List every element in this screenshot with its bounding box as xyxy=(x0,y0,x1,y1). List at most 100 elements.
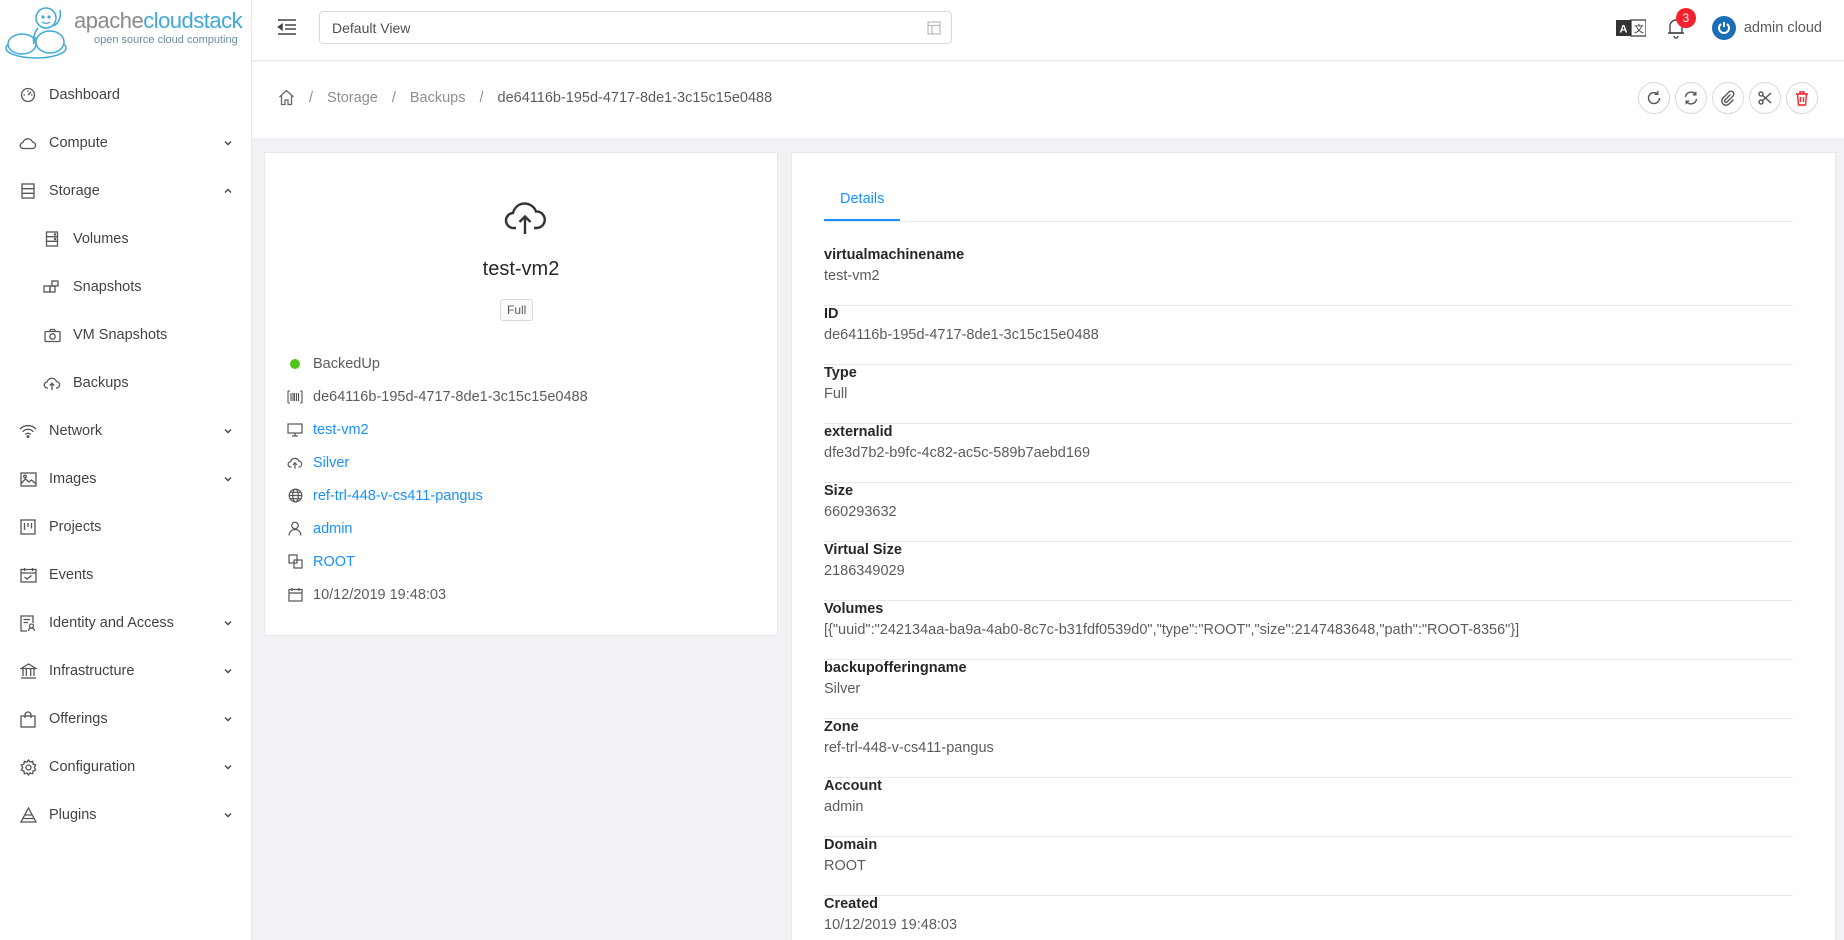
user-name: admin cloud xyxy=(1743,20,1822,36)
chevron-down-icon xyxy=(224,813,232,818)
detail-key: externalid xyxy=(824,424,893,440)
zone-link[interactable]: ref-trl-448-v-cs411-pangus xyxy=(313,488,483,504)
sidebar-item-dashboard[interactable]: Dashboard xyxy=(0,71,251,119)
detail-key: virtualmachinename xyxy=(824,247,965,263)
sidebar: apachecloudstack open source cloud compu… xyxy=(0,0,252,940)
sidebar-item-events[interactable]: Events xyxy=(0,551,251,599)
detail-key: Volumes xyxy=(824,601,884,617)
barcode-icon xyxy=(287,389,303,405)
detail-item: Virtual Size 2186349029 xyxy=(824,542,1793,601)
detail-value: ROOT xyxy=(824,858,866,874)
sidebar-item-vm-snapshots[interactable]: VM Snapshots xyxy=(0,311,251,359)
camera-icon xyxy=(43,326,61,344)
menu-fold-icon[interactable] xyxy=(276,17,298,37)
view-select[interactable]: Default View xyxy=(319,11,952,44)
cloud-upload-icon xyxy=(504,202,546,234)
domain-link[interactable]: ROOT xyxy=(313,554,355,570)
breadcrumb-storage[interactable]: Storage xyxy=(327,90,378,106)
setting-icon xyxy=(19,758,37,776)
chevron-down-icon xyxy=(224,765,232,770)
action-buttons xyxy=(1633,82,1818,114)
breadcrumb-separator: / xyxy=(479,89,484,106)
cloudstack-monkey-icon xyxy=(5,7,67,59)
sidebar-item-projects[interactable]: Projects xyxy=(0,503,251,551)
reload-button[interactable] xyxy=(1638,82,1670,114)
resource-type-tag: Full xyxy=(500,299,534,321)
logo-part1: apache xyxy=(74,8,144,33)
project-icon xyxy=(19,518,37,536)
sidebar-item-label: Offerings xyxy=(49,711,108,727)
sidebar-item-label: Dashboard xyxy=(49,87,120,103)
logo[interactable]: apachecloudstack open source cloud compu… xyxy=(0,0,251,61)
user-icon xyxy=(287,521,303,537)
sidebar-item-label: Storage xyxy=(49,183,100,199)
created-date: 10/12/2019 19:48:03 xyxy=(313,586,447,603)
notification-bell[interactable]: 3 xyxy=(1666,8,1696,39)
delete-icon xyxy=(1796,91,1808,106)
view-select-value: Default View xyxy=(332,19,411,36)
build-icon xyxy=(43,278,61,296)
global-icon xyxy=(287,488,303,504)
detail-key: Domain xyxy=(824,837,878,853)
breadcrumb-bar: / Storage / Backups / de64116b-195d-4717… xyxy=(252,62,1844,138)
chevron-down-icon xyxy=(224,717,232,722)
sidebar-item-network[interactable]: Network xyxy=(0,407,251,455)
power-icon xyxy=(1717,22,1730,34)
chevron-down-icon xyxy=(224,621,232,626)
detail-item: Type Full xyxy=(824,365,1793,424)
detail-value: [{"uuid":"242134aa-ba9a-4ab0-8c7c-b31fdf… xyxy=(824,622,1520,638)
sidebar-item-compute[interactable]: Compute xyxy=(0,119,251,167)
user-menu[interactable]: admin cloud xyxy=(1711,16,1822,40)
detail-key: backupofferingname xyxy=(824,660,967,676)
database-icon xyxy=(19,182,37,200)
sidebar-item-identity-and-access[interactable]: Identity and Access xyxy=(0,599,251,647)
sidebar-item-plugins[interactable]: Plugins xyxy=(0,791,251,839)
sidebar-item-backups[interactable]: Backups xyxy=(0,359,251,407)
offering-link[interactable]: Silver xyxy=(313,455,349,471)
avatar xyxy=(1711,16,1736,40)
cut-button[interactable] xyxy=(1749,82,1781,114)
hdd-icon xyxy=(43,230,61,248)
zone-row: ref-trl-448-v-cs411-pangus xyxy=(287,479,588,512)
sidebar-item-label: Backups xyxy=(73,375,129,391)
resource-info-list: BackedUp de64116b-195d-4717-8de1-3c15c15… xyxy=(287,347,588,611)
sidebar-item-offerings[interactable]: Offerings xyxy=(0,695,251,743)
detail-item: Size 660293632 xyxy=(824,483,1793,542)
attach-button[interactable] xyxy=(1712,82,1744,114)
header-right: A文 3 admin cloud xyxy=(1615,8,1822,42)
sidebar-item-configuration[interactable]: Configuration xyxy=(0,743,251,791)
shopping-icon xyxy=(19,710,37,728)
chevron-down-icon xyxy=(224,477,232,482)
domain-row: ROOT xyxy=(287,545,588,578)
vm-link[interactable]: test-vm2 xyxy=(313,422,369,438)
chevron-down-icon xyxy=(224,141,232,146)
sidebar-item-snapshots[interactable]: Snapshots xyxy=(0,263,251,311)
detail-key: Account xyxy=(824,778,882,794)
detail-item: Volumes [{"uuid":"242134aa-ba9a-4ab0-8c7c… xyxy=(824,601,1793,660)
cloud-icon xyxy=(19,134,37,152)
sidebar-item-volumes[interactable]: Volumes xyxy=(0,215,251,263)
detail-item: Account admin xyxy=(824,778,1793,837)
status-text: BackedUp xyxy=(313,355,380,372)
sidebar-item-label: Images xyxy=(49,471,97,487)
detail-value: admin xyxy=(824,799,864,815)
offering-row: Silver xyxy=(287,446,588,479)
breadcrumb-separator: / xyxy=(309,89,314,106)
detail-item: Zone ref-trl-448-v-cs411-pangus xyxy=(824,719,1793,778)
account-link[interactable]: admin xyxy=(313,521,353,537)
tab-details[interactable]: Details xyxy=(824,191,901,221)
home-icon[interactable] xyxy=(278,89,295,106)
sidebar-item-images[interactable]: Images xyxy=(0,455,251,503)
delete-button[interactable] xyxy=(1786,82,1818,114)
svg-text:A: A xyxy=(1619,24,1627,36)
sync-button[interactable] xyxy=(1675,82,1707,114)
paper-clip-icon xyxy=(1721,90,1735,106)
sidebar-item-storage[interactable]: Storage xyxy=(0,167,251,215)
resource-name: test-vm2 xyxy=(482,258,560,280)
chevron-down-icon xyxy=(224,669,232,674)
detail-value: 10/12/2019 19:48:03 xyxy=(824,917,958,933)
breadcrumb-backups[interactable]: Backups xyxy=(410,90,466,106)
translate-icon[interactable]: A文 xyxy=(1615,18,1646,38)
breadcrumb-separator: / xyxy=(391,89,396,106)
sidebar-item-infrastructure[interactable]: Infrastructure xyxy=(0,647,251,695)
